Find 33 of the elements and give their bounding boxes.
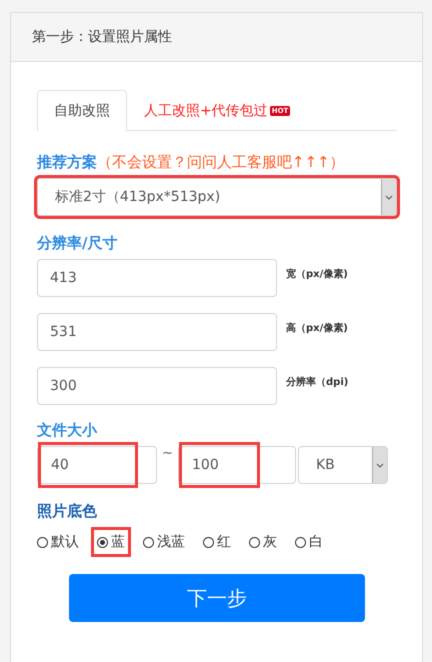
unit-select[interactable]: KB — [298, 446, 388, 484]
size-field[interactable]: 100 — [179, 442, 260, 488]
section-label: 文件大小 — [37, 421, 97, 439]
input-field[interactable]: 531 — [37, 313, 277, 351]
section-label: 照片底色 — [37, 502, 97, 520]
size-field[interactable]: 40 — [38, 442, 138, 488]
tab[interactable]: 自助改照 — [37, 90, 127, 131]
next-button[interactable]: 下一步 — [69, 574, 365, 622]
range-separator: ~ — [161, 446, 174, 461]
radio-option[interactable]: 浅蓝 — [137, 527, 191, 557]
radio-option[interactable]: 白 — [289, 527, 329, 557]
caret-icon — [381, 179, 396, 215]
help-hint: （不会设置？问问人工客服吧↑↑↑） — [97, 153, 345, 171]
caret-icon — [372, 447, 387, 483]
radio-option[interactable]: 默认 — [31, 527, 85, 557]
field-unit: 高（px/像素) — [286, 321, 348, 335]
radio-option[interactable]: 蓝 — [91, 527, 131, 557]
radio-icon — [203, 536, 214, 548]
panel-title: 第一步：设置照片属性 — [11, 13, 422, 62]
radio-icon — [143, 536, 154, 548]
field-unit: 宽（px/像素) — [286, 267, 348, 281]
section-label: 推荐方案 — [37, 153, 97, 171]
preset-select[interactable]: 标准2寸（413px*513px) — [37, 178, 397, 216]
radio-option[interactable]: 灰 — [243, 527, 283, 557]
radio-icon — [295, 536, 306, 548]
radio-icon — [249, 536, 260, 548]
input-field[interactable]: 300 — [37, 367, 277, 405]
radio-icon — [37, 536, 48, 548]
radio-option[interactable]: 红 — [197, 527, 237, 557]
radio-icon — [97, 536, 108, 548]
section-label: 分辨率/尺寸 — [37, 234, 118, 252]
input-field[interactable]: 413 — [37, 259, 277, 297]
field-unit: 分辨率（dpi) — [286, 375, 348, 389]
